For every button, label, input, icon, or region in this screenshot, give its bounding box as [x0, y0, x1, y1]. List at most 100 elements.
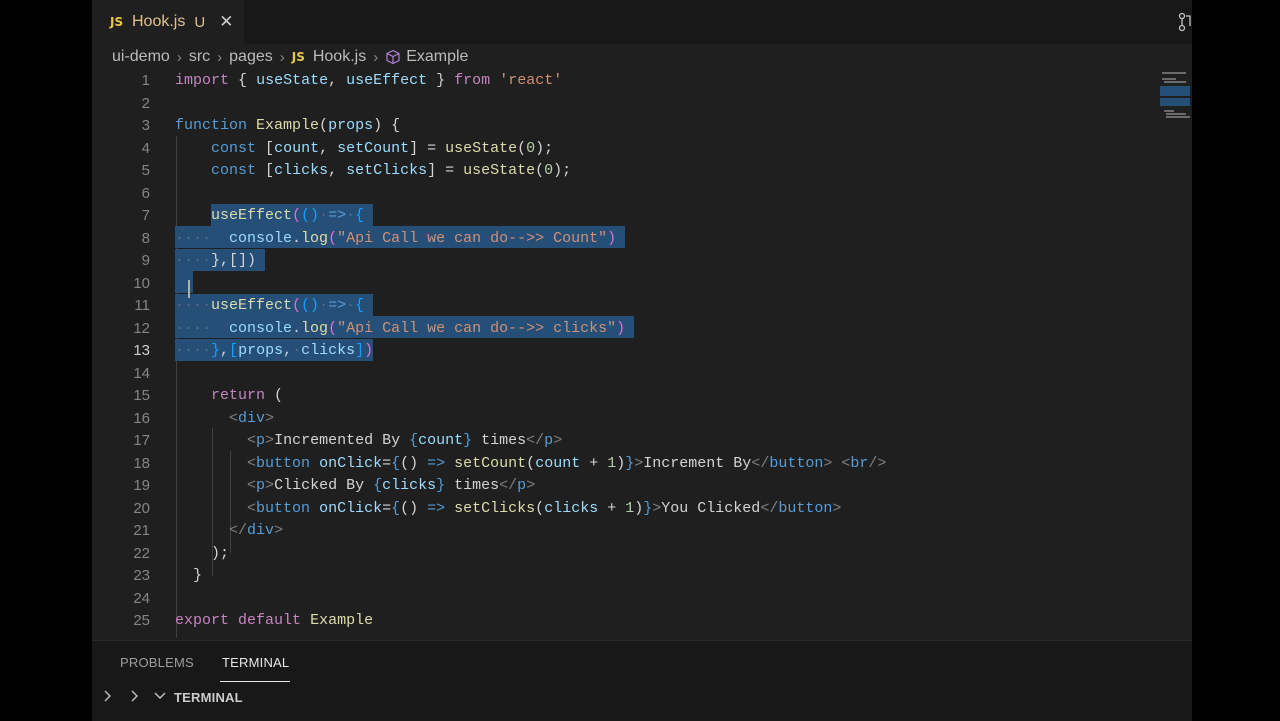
- tab-terminal[interactable]: TERMINAL: [222, 655, 289, 670]
- line-number: 15: [133, 387, 150, 404]
- code-line: 5 const [clicks, setClicks] = useState(0…: [92, 160, 1160, 182]
- line-number: 7: [141, 207, 150, 224]
- code-text: </div>: [229, 522, 284, 539]
- code-line: 17 <p>Incremented By {count} times</p>: [92, 430, 1160, 452]
- breadcrumb-example[interactable]: Example: [406, 48, 468, 66]
- code-text: <p>Clicked By {clicks} times</p>: [247, 477, 536, 494]
- code-text: ···· console.log("Api Call we can do-->>…: [175, 319, 626, 337]
- line-number: 14: [133, 364, 150, 382]
- breadcrumb-hook-js[interactable]: Hook.js: [313, 48, 366, 66]
- chevron-right-icon: ›: [373, 48, 379, 66]
- code-line: 18 <button onClick={() => setCount(count…: [92, 453, 1160, 475]
- code-line: 9 ····},[]): [92, 250, 1160, 272]
- code-line: 6: [92, 183, 1160, 205]
- javascript-file-icon: JS: [291, 50, 305, 64]
- code-line: 24: [92, 588, 1160, 610]
- minimap[interactable]: [1160, 70, 1192, 190]
- line-number: 1: [141, 72, 150, 89]
- line-number: 21: [133, 522, 150, 539]
- line-number: 16: [133, 409, 150, 427]
- untracked-status-badge: U: [194, 13, 206, 31]
- code-text: <button onClick={() => setCount(count + …: [247, 454, 887, 472]
- breadcrumb-ui-demo[interactable]: ui-demo: [112, 48, 170, 66]
- line-number: 20: [133, 499, 150, 517]
- tab-label: Hook.js: [132, 13, 186, 30]
- tab-hook-js[interactable]: JS Hook.js U ✕: [92, 0, 244, 44]
- line-number: 2: [141, 94, 150, 112]
- source-control-compare-icon[interactable]: [1178, 12, 1192, 32]
- code-line: 1 import { useState, useEffect } from 're…: [92, 70, 1160, 92]
- window-edge: [1192, 0, 1280, 720]
- line-number: 19: [133, 477, 150, 494]
- code-text: <div>: [229, 409, 275, 427]
- code-text: const [clicks, setClicks] = useState(0);: [211, 162, 572, 179]
- code-line: 4 const [count, setCount] = useState(0);: [92, 138, 1160, 160]
- code-line: 13 ····},[props,·clicks]): [92, 340, 1160, 362]
- code-line: 3 function Example(props) {: [92, 115, 1160, 137]
- code-line: 11 ····useEffect(()·=>·{: [92, 295, 1160, 317]
- code-text: );: [211, 544, 230, 562]
- code-line: 22 );: [92, 543, 1160, 565]
- code-line: 12 ···· console.log("Api Call we can do--…: [92, 318, 1160, 340]
- line-number: 8: [141, 229, 150, 247]
- close-icon[interactable]: ✕: [219, 12, 233, 32]
- line-number: 24: [133, 589, 150, 607]
- code-line: 7 useEffect(()·=>·{: [92, 205, 1160, 227]
- code-text: }: [193, 567, 203, 584]
- editor-window: JS Hook.js U ✕ ui-demo › src › pages › J…: [92, 0, 1192, 721]
- code-text: return (: [211, 387, 284, 404]
- code-line: 19 <p>Clicked By {clicks} times</p>: [92, 475, 1160, 497]
- code-line: 25 export default Example: [92, 610, 1160, 632]
- line-number: 6: [141, 184, 150, 202]
- line-number: 10: [133, 274, 150, 292]
- breadcrumb-src[interactable]: src: [189, 48, 210, 66]
- code-line: 23 }: [92, 565, 1160, 587]
- code-line: 14: [92, 363, 1160, 385]
- code-text: export default Example: [175, 612, 374, 629]
- code-editor[interactable]: 1 import { useState, useEffect } from 're…: [92, 70, 1160, 638]
- line-number: 22: [133, 544, 150, 562]
- chevron-right-icon: ›: [217, 48, 223, 66]
- code-line: 20 <button onClick={() => setClicks(clic…: [92, 498, 1160, 520]
- breadcrumb-pages[interactable]: pages: [229, 48, 273, 66]
- code-line: 8 ···· console.log("Api Call we can do-->…: [92, 228, 1160, 250]
- code-text: ····useEffect(()·=>·{: [175, 297, 365, 314]
- chevron-down-icon[interactable]: [152, 688, 168, 704]
- line-number: 12: [133, 319, 150, 337]
- code-text: ····},[props,·clicks]): [175, 342, 374, 359]
- code-line: 2: [92, 93, 1160, 115]
- chevron-right-icon: ›: [279, 48, 285, 66]
- symbol-method-icon: [386, 49, 400, 65]
- line-number-active: 13: [133, 342, 150, 359]
- code-text: <p>Incremented By {count} times</p>: [247, 432, 563, 449]
- code-text: useEffect(()·=>·{: [211, 207, 365, 224]
- code-text: ···· console.log("Api Call we can do-->>…: [175, 229, 617, 247]
- line-number: 11: [134, 297, 150, 314]
- code-line: 15 return (: [92, 385, 1160, 407]
- active-tab-indicator: [220, 681, 290, 682]
- line-number: 5: [141, 162, 150, 179]
- code-text: function Example(props) {: [175, 117, 401, 134]
- tab-bar: JS Hook.js U ✕: [92, 0, 1192, 44]
- terminal-section-title: TERMINAL: [174, 690, 243, 705]
- tab-problems[interactable]: PROBLEMS: [120, 655, 194, 670]
- line-number: 17: [133, 432, 150, 449]
- code-line: 16 <div>: [92, 408, 1160, 430]
- line-number: 9: [141, 252, 150, 269]
- code-text: <button onClick={() => setClicks(clicks …: [247, 499, 842, 517]
- code-line: 10: [92, 273, 1160, 295]
- code-text: const [count, setCount] = useState(0);: [211, 139, 554, 157]
- line-number: 18: [133, 454, 150, 472]
- line-number: 23: [133, 567, 150, 584]
- chevron-right-icon[interactable]: [100, 688, 116, 704]
- line-number: 3: [141, 117, 150, 134]
- code-text: ····},[]): [175, 252, 257, 269]
- code-text: import { useState, useEffect } from 'rea…: [175, 72, 563, 89]
- line-number: 25: [133, 612, 150, 629]
- line-number: 4: [141, 139, 150, 157]
- chevron-right-icon[interactable]: [127, 688, 143, 704]
- code-line: 21 </div>: [92, 520, 1160, 542]
- breadcrumb: ui-demo › src › pages › JS Hook.js › Exa…: [112, 46, 468, 68]
- chevron-right-icon: ›: [176, 48, 182, 66]
- javascript-file-icon: JS: [110, 15, 124, 29]
